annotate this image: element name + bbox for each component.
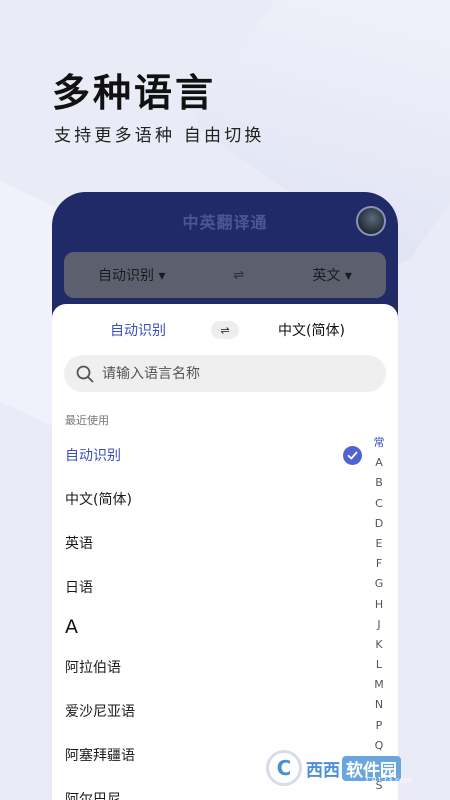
- index-letter[interactable]: F: [376, 554, 382, 574]
- index-letter[interactable]: K: [375, 635, 382, 655]
- check-icon: [343, 445, 362, 465]
- index-letter[interactable]: L: [376, 655, 382, 675]
- promo-headline: 多种语言: [52, 71, 217, 115]
- promo-subline: 支持更多语种 自由切换: [54, 126, 265, 146]
- watermark-logo-icon: C: [266, 750, 302, 786]
- list-item[interactable]: 阿拉伯语: [52, 645, 398, 689]
- watermark-url: CR173.com: [366, 776, 413, 785]
- language-bar: 自动识别 ▾ ⇌ 英文 ▾: [64, 252, 386, 298]
- picker-tabs: 自动识别 ⇌ 中文(简体): [52, 318, 398, 342]
- index-letter[interactable]: N: [375, 695, 383, 715]
- index-letter[interactable]: M: [374, 675, 384, 695]
- language-label: 阿拉伯语: [65, 660, 121, 676]
- alphabet-index: 常 A B C D E F G H J K L M N P Q R S: [372, 433, 386, 796]
- site-watermark: C 西西 软件园 CR173.com: [266, 750, 436, 786]
- tab-target-language[interactable]: 中文(简体): [278, 320, 345, 340]
- swap-languages-icon[interactable]: ⇌: [211, 321, 239, 339]
- list-item[interactable]: 英语: [52, 521, 398, 565]
- section-header-a: A: [65, 616, 78, 638]
- language-label: 中文(简体): [65, 492, 132, 508]
- index-letter[interactable]: A: [375, 453, 383, 473]
- swap-icon[interactable]: ⇌: [234, 268, 245, 283]
- language-label: 爱沙尼亚语: [65, 704, 135, 720]
- search-input[interactable]: [102, 365, 342, 382]
- index-letter[interactable]: H: [375, 595, 383, 615]
- language-label: 阿尔巴尼: [65, 792, 121, 800]
- phone-screen: 中英翻译通 自动识别 ▾ ⇌ 英文 ▾ 自动识别 ⇌ 中文(简体) 最近使用 自…: [52, 192, 398, 800]
- language-label: 自动识别: [65, 448, 121, 464]
- language-label: 阿塞拜疆语: [65, 748, 135, 764]
- language-label: 日语: [65, 580, 93, 596]
- target-language-button[interactable]: 英文 ▾: [312, 265, 351, 285]
- list-item[interactable]: 日语: [52, 565, 398, 609]
- list-item[interactable]: 自动识别: [52, 433, 398, 477]
- index-letter[interactable]: G: [375, 574, 384, 594]
- source-language-button[interactable]: 自动识别 ▾: [98, 265, 165, 285]
- search-icon: [76, 365, 94, 382]
- recent-header: 最近使用: [65, 414, 109, 427]
- index-letter[interactable]: C: [375, 494, 383, 514]
- list-item[interactable]: 中文(简体): [52, 477, 398, 521]
- index-letter[interactable]: E: [376, 534, 383, 554]
- search-box[interactable]: [64, 355, 386, 392]
- watermark-brand: 西西: [306, 760, 340, 781]
- index-letter[interactable]: 常: [374, 433, 385, 453]
- list-item[interactable]: 爱沙尼亚语: [52, 689, 398, 733]
- index-letter[interactable]: B: [375, 473, 383, 493]
- app-title: 中英翻译通: [182, 213, 268, 232]
- language-list: 自动识别 中文(简体) 英语 日语 A 阿拉伯语 爱沙尼亚语 阿塞拜疆语 阿尔巴…: [52, 433, 398, 800]
- tab-source-language[interactable]: 自动识别: [110, 320, 166, 340]
- language-picker-sheet: 自动识别 ⇌ 中文(简体) 最近使用 自动识别 中文(简体) 英语: [52, 304, 398, 800]
- language-label: 英语: [65, 536, 93, 552]
- avatar[interactable]: [356, 206, 386, 236]
- index-letter[interactable]: J: [377, 615, 380, 635]
- index-letter[interactable]: D: [375, 514, 383, 534]
- index-letter[interactable]: P: [376, 716, 383, 736]
